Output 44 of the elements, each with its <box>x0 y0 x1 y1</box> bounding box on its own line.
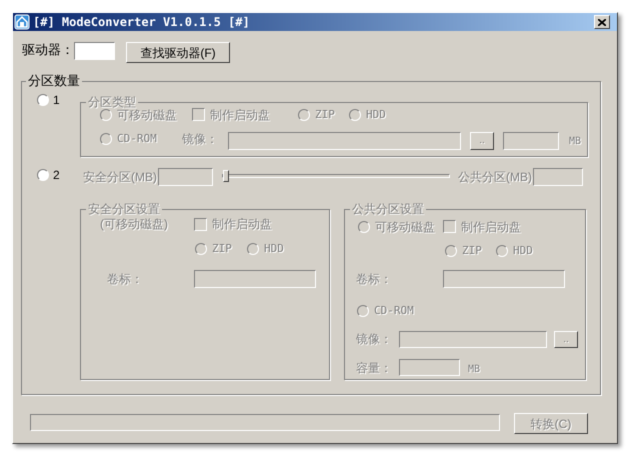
checkbox-label: 制作启动盘 <box>212 217 272 231</box>
image-field[interactable] <box>399 331 547 348</box>
secure-size-label: 安全分区(MB) <box>83 170 157 184</box>
public-size-field[interactable] <box>533 168 583 186</box>
checkbox-label: 制作启动盘 <box>210 108 270 122</box>
volume-field[interactable] <box>194 270 316 288</box>
note-label: (可移动磁盘) <box>100 217 168 231</box>
radio-label: 1 <box>53 93 60 107</box>
image-label: 镜像： <box>182 132 218 146</box>
group-title: 安全分区设置 <box>86 202 162 216</box>
radio-label: CD-ROM <box>374 304 414 318</box>
unit-label: MB <box>569 135 582 149</box>
radio-label: 2 <box>53 168 60 182</box>
radio-label: ZIP <box>462 244 482 258</box>
radio-label: ZIP <box>315 108 335 122</box>
window-title: [#] ModeConverter V1.0.1.5 [#] <box>33 15 250 29</box>
radio-label: HDD <box>513 244 533 258</box>
close-icon <box>598 18 606 26</box>
capacity-label: 容量： <box>356 361 392 375</box>
volume-label: 卷标： <box>356 272 392 286</box>
close-button[interactable] <box>594 15 610 29</box>
radio-label: HDD <box>366 108 386 122</box>
volume-field[interactable] <box>443 270 565 288</box>
group-title: 分区类型 <box>86 95 138 109</box>
image-label: 镜像： <box>356 332 392 346</box>
radio-label: 可移动磁盘 <box>117 108 177 122</box>
radio-label: 可移动磁盘 <box>375 220 435 234</box>
checkbox-label: 制作启动盘 <box>461 220 521 234</box>
secure-size-field[interactable] <box>158 168 213 186</box>
drive-label: 驱动器： <box>22 43 74 57</box>
volume-label: 卷标： <box>107 272 143 286</box>
public-size-label: 公共分区(MB) <box>458 170 532 184</box>
find-drive-button[interactable]: 查找驱动器(F) <box>126 42 230 63</box>
radio-label: CD-ROM <box>117 132 157 146</box>
capacity-field[interactable] <box>399 359 460 376</box>
unit-label: MB <box>468 363 480 377</box>
group-title: 分区数量 <box>26 74 82 88</box>
app-icon <box>14 14 30 30</box>
radio-label: HDD <box>264 242 284 256</box>
size-field[interactable] <box>503 132 559 150</box>
drive-field[interactable] <box>74 42 115 60</box>
image-field[interactable] <box>228 132 461 150</box>
group-title: 公共分区设置 <box>350 202 426 216</box>
radio-label: ZIP <box>212 242 232 256</box>
